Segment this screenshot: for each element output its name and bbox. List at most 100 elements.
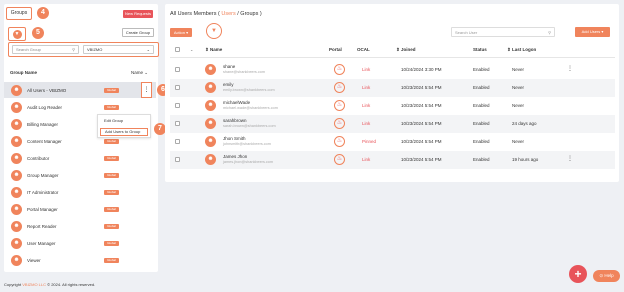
joined-date: 10/23/2024 5:54 PM	[401, 139, 442, 144]
page-title: All Users Members ( Users / Groups )	[170, 11, 262, 17]
tab-groups[interactable]: Groups	[6, 7, 32, 20]
user-name[interactable]: sarahbrown	[223, 118, 247, 123]
portal-icon[interactable]: ♨	[334, 118, 345, 129]
portal-icon[interactable]: ♨	[334, 64, 345, 75]
menu-item-edit-group[interactable]: Edit Group	[100, 117, 148, 125]
menu-item-add-users-to-group[interactable]: Add Users to Group	[100, 128, 148, 136]
footer-company-link[interactable]: VBIZMO LLC	[22, 282, 46, 287]
ocal-status[interactable]: Link	[362, 67, 370, 72]
row-checkbox[interactable]	[175, 103, 180, 108]
user-email: sarah.brown@shankbeers.com	[223, 124, 276, 128]
group-item[interactable]: ☻ Report Reader Global	[4, 218, 156, 234]
user-email: emily.brown@shankbeers.com	[223, 88, 275, 92]
status-text: Enabled	[473, 157, 490, 162]
table-row[interactable]: ☻ shane shane@shankbeers.com ♨ Link 10/24/202…	[170, 61, 615, 79]
table-row[interactable]: ☻ emily emily.brown@shankbeers.com ♨ Link 10/…	[170, 79, 615, 97]
action-dropdown-button[interactable]: Action ▾	[170, 28, 192, 37]
ocal-status[interactable]: Link	[362, 121, 370, 126]
row-checkbox[interactable]	[175, 67, 180, 72]
table-row[interactable]: ☻ James Jhon james.jhon@shankbeers.com ♨ Lin…	[170, 151, 615, 169]
help-label: Help	[604, 273, 614, 278]
user-name[interactable]: James Jhon	[223, 154, 247, 159]
joined-date: 10/23/2024 5:54 PM	[401, 121, 442, 126]
group-label: Content Manager	[27, 138, 62, 144]
group-item[interactable]: ☻ Group Manager Global	[4, 167, 156, 183]
search-group-input[interactable]: Search Group ⚲	[12, 45, 79, 54]
row-checkbox[interactable]	[175, 85, 180, 90]
col-portal: Portal	[329, 47, 342, 52]
title-users-link[interactable]: Users	[221, 11, 235, 17]
more-options-button[interactable]: ⋮	[141, 82, 152, 98]
last-logon: Never	[512, 139, 525, 144]
ocal-status[interactable]: Link	[362, 103, 370, 108]
row-checkbox[interactable]	[175, 139, 180, 144]
avatar: ☻	[205, 82, 216, 93]
search-user-input[interactable]: Search User ⚲	[451, 27, 555, 37]
group-icon: ☻	[11, 254, 22, 266]
select-all-checkbox[interactable]	[175, 47, 180, 52]
portal-icon[interactable]: ♨	[334, 136, 345, 147]
table-row[interactable]: ☻ michaelWade michael.wade@shankbeers.com ♨…	[170, 97, 615, 115]
group-item[interactable]: ☻ IT Administrator Global	[4, 184, 156, 200]
add-fab-button[interactable]: +	[569, 265, 587, 283]
tenant-select[interactable]: VBIZMO ⌄	[83, 45, 154, 54]
col-last-logon[interactable]: ⇕ Last Logon	[507, 47, 536, 53]
col-joined-label: Joined	[401, 47, 416, 52]
chevron-down-icon: ▼	[12, 29, 22, 39]
group-item[interactable]: ☻ Viewer Global	[4, 252, 156, 268]
last-logon: Never	[512, 85, 525, 90]
user-name[interactable]: Jhon Smith	[223, 136, 246, 141]
last-logon: 24 days ago	[512, 121, 537, 126]
user-name[interactable]: shane	[223, 64, 235, 69]
ocal-status[interactable]: Link	[362, 85, 370, 90]
group-label: IT Administrator	[27, 189, 59, 195]
scope-badge: Global	[104, 172, 119, 178]
user-name[interactable]: emily	[223, 82, 234, 87]
row-checkbox[interactable]	[175, 157, 180, 162]
col-ocal: OCAL	[357, 47, 370, 52]
row-menu-icon[interactable]: ⋮	[567, 155, 573, 162]
chevron-down-circle-icon[interactable]: ▼	[206, 23, 222, 39]
user-email: james.jhon@shankbeers.com	[223, 160, 274, 164]
footer-suffix: © 2024. All rights reserved.	[46, 282, 96, 287]
callout-5: 5	[32, 27, 44, 39]
footer-copyright: Copyright VBIZMO LLC © 2024. All rights …	[4, 282, 95, 287]
col-name[interactable]: ⇕ Name	[205, 47, 222, 53]
ocal-status[interactable]: Link	[362, 157, 370, 162]
group-item[interactable]: ☻ User Manager Global	[4, 235, 156, 251]
scope-badge: Global	[104, 87, 119, 93]
chevron-down-icon[interactable]: ⌄	[190, 47, 193, 52]
group-item[interactable]: ☻ All Users - VBIZMO Global	[4, 82, 156, 98]
ocal-status[interactable]: Pinned	[362, 139, 376, 144]
portal-icon[interactable]: ♨	[334, 82, 345, 93]
user-name[interactable]: michaelWade	[223, 100, 250, 105]
chevron-down-icon: ⌄	[146, 47, 150, 52]
col-joined[interactable]: ⇕ Joined	[396, 47, 416, 53]
title-suffix: / Groups )	[235, 11, 262, 17]
avatar: ☻	[205, 118, 216, 129]
new-requests-button[interactable]: New Requests	[123, 10, 153, 18]
row-menu-icon[interactable]: ⋮	[567, 65, 573, 72]
portal-icon[interactable]: ♨	[334, 154, 345, 165]
help-button[interactable]: ⊙ Help	[593, 270, 620, 282]
group-icon: ☻	[11, 203, 22, 215]
add-users-button[interactable]: Add Users ▾	[575, 27, 610, 37]
filter-toggle-button[interactable]: ▼	[8, 27, 26, 41]
status-text: Enabled	[473, 139, 490, 144]
portal-icon[interactable]: ♨	[334, 100, 345, 111]
table-row[interactable]: ☻ sarahbrown sarah.brown@shankbeers.com ♨ Li…	[170, 115, 615, 133]
scope-badge: Global	[104, 257, 119, 263]
group-label: User Manager	[27, 240, 56, 246]
group-label: Audit Log Reader	[27, 104, 63, 110]
create-group-button[interactable]: Create Group	[122, 28, 154, 37]
col-status: Status	[473, 47, 487, 52]
row-checkbox[interactable]	[175, 121, 180, 126]
group-item[interactable]: ☻ Contributor Global	[4, 150, 156, 166]
group-item[interactable]: ☻ Portal Manager Global	[4, 201, 156, 217]
status-text: Enabled	[473, 121, 490, 126]
group-icon: ☻	[11, 84, 22, 96]
scope-badge: Global	[104, 206, 119, 212]
table-row[interactable]: ☻ Jhon Smith johnsmith@shankbeers.com ♨ Pinn…	[170, 133, 615, 151]
group-item[interactable]: ☻ Audit Log Reader Global	[4, 99, 156, 115]
col-name-sort[interactable]: Name ⌄	[131, 70, 148, 76]
